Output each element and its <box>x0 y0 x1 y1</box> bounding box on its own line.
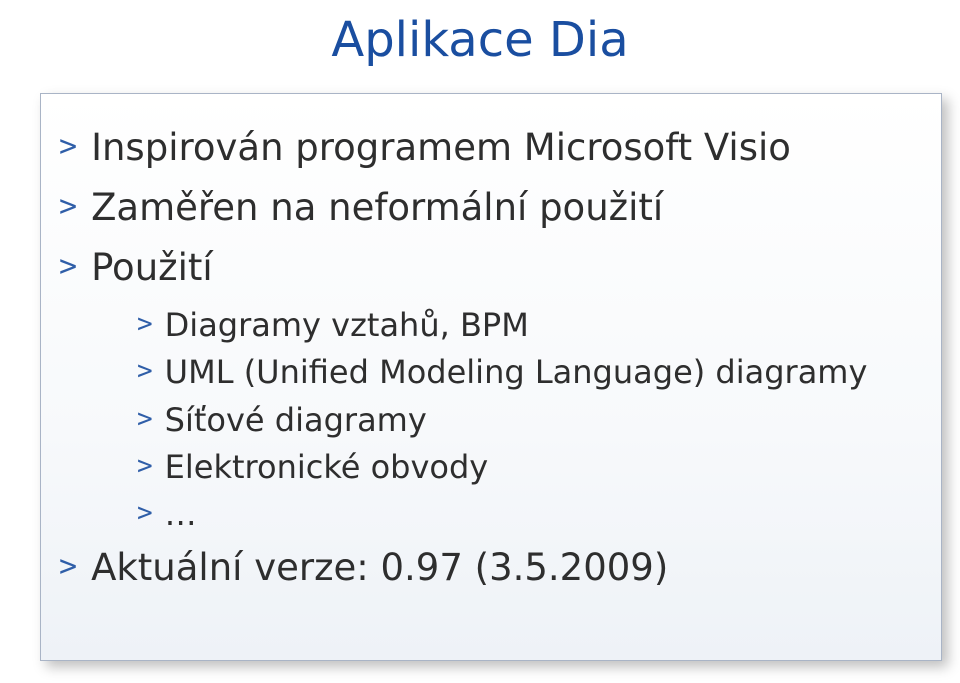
list-item-text: Diagramy vztahů, BPM <box>165 304 529 347</box>
list-item-text: Zaměřen na neformální použití <box>91 184 663 232</box>
list-item: > Síťové diagramy <box>137 399 907 442</box>
bullet-icon: > <box>137 446 153 486</box>
list-item-text: Elektronické obvody <box>165 446 489 489</box>
list-item: > Diagramy vztahů, BPM <box>137 304 907 347</box>
list-item: > Použití <box>59 244 907 292</box>
bullet-icon: > <box>59 544 77 591</box>
bullet-icon: > <box>137 399 153 439</box>
bullet-icon: > <box>59 124 77 171</box>
list-item: > Aktuální verze: 0.97 (3.5.2009) <box>59 544 907 592</box>
bullet-icon: > <box>137 351 153 391</box>
list-item: > UML (Unified Modeling Language) diagra… <box>137 351 907 394</box>
list-item-text: Inspirován programem Microsoft Visio <box>91 124 791 172</box>
list-item: > … <box>137 493 907 536</box>
bullet-icon: > <box>59 184 77 231</box>
bullet-icon: > <box>137 493 153 533</box>
list-item: > Inspirován programem Microsoft Visio <box>59 124 907 172</box>
list-item: > Zaměřen na neformální použití <box>59 184 907 232</box>
slide-title: Aplikace Dia <box>0 12 960 68</box>
slide: Aplikace Dia > Inspirován programem Micr… <box>0 0 960 683</box>
list-item-text: UML (Unified Modeling Language) diagramy <box>165 351 868 394</box>
bullet-icon: > <box>59 244 77 291</box>
list-item-text: Síťové diagramy <box>165 399 427 442</box>
list-item-text: Použití <box>91 244 213 292</box>
list-item: > Elektronické obvody <box>137 446 907 489</box>
bullet-icon: > <box>137 304 153 344</box>
content-box: > Inspirován programem Microsoft Visio >… <box>40 93 942 661</box>
list-item-text: Aktuální verze: 0.97 (3.5.2009) <box>91 544 668 592</box>
list-item-text: … <box>165 493 197 536</box>
